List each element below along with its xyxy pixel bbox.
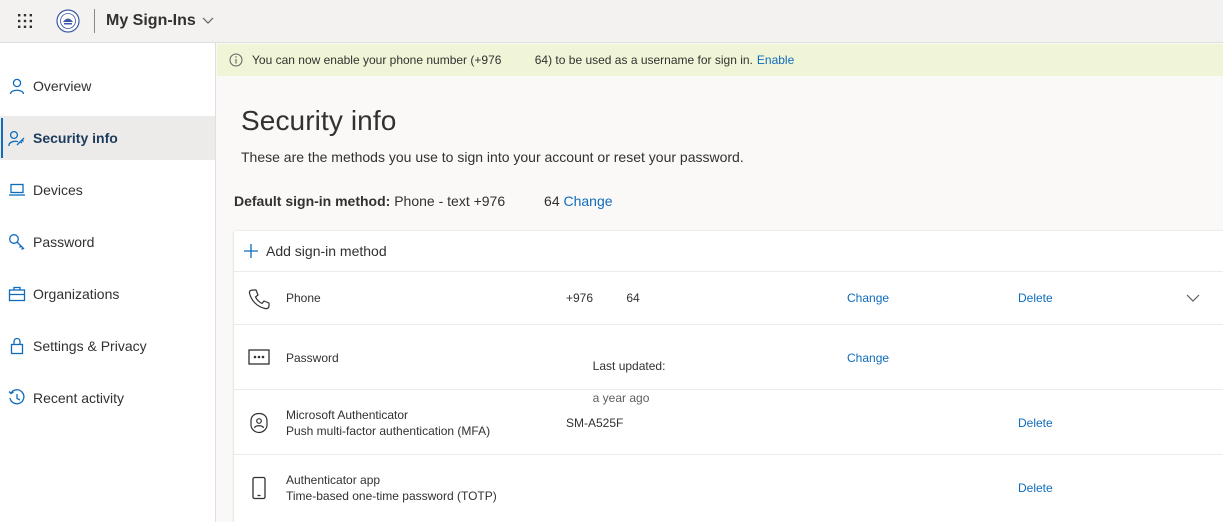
last-updated-label: Last updated: xyxy=(592,359,666,373)
add-sign-in-method-button[interactable]: Add sign-in method xyxy=(234,231,1223,272)
add-sign-in-method-label: Add sign-in method xyxy=(266,243,387,259)
person-icon xyxy=(8,77,26,95)
sidebar-item-organizations[interactable]: Organizations xyxy=(0,272,215,316)
mobile-icon xyxy=(248,476,270,500)
chevron-down-icon[interactable] xyxy=(1186,294,1200,302)
main-content: Security info These are the methods you … xyxy=(217,76,1223,522)
method-row-password: Password Last updated: a year ago Change xyxy=(234,325,1223,405)
method-delete-link[interactable]: Delete xyxy=(1018,291,1053,305)
plus-icon xyxy=(243,243,259,259)
method-row-microsoft-authenticator: Microsoft Authenticator Push multi-facto… xyxy=(234,390,1223,455)
info-icon xyxy=(229,53,243,67)
sidebar-item-label: Password xyxy=(33,234,95,250)
method-change-link[interactable]: Change xyxy=(847,291,889,305)
method-subtitle: Push multi-factor authentication (MFA) xyxy=(286,424,491,438)
page-title: Security info xyxy=(241,105,397,136)
app-launcher-button[interactable] xyxy=(0,0,50,43)
method-name: Phone xyxy=(286,291,321,305)
method-title: Microsoft Authenticator xyxy=(286,408,409,422)
method-title: Authenticator app xyxy=(286,473,381,487)
laptop-icon xyxy=(8,181,26,199)
waffle-icon[interactable] xyxy=(17,13,33,29)
default-method-label: Default sign-in method: xyxy=(234,193,391,209)
sidebar-item-settings-privacy[interactable]: Settings & Privacy xyxy=(0,324,215,368)
method-detail: +976 64 xyxy=(566,291,640,305)
method-name: Authenticator app Time-based one-time pa… xyxy=(286,472,497,504)
sidebar-nav: Overview Security info Devices Password … xyxy=(0,43,216,522)
history-icon xyxy=(8,389,26,407)
header-divider xyxy=(94,9,95,33)
briefcase-icon xyxy=(8,285,26,303)
method-delete-link[interactable]: Delete xyxy=(1018,416,1053,430)
method-row-authenticator-app: Authenticator app Time-based one-time pa… xyxy=(234,455,1223,521)
password-icon xyxy=(248,349,270,365)
method-detail: SM-A525F xyxy=(566,416,624,430)
banner-text: You can now enable your phone number (+9… xyxy=(252,53,753,67)
sidebar-item-label: Security info xyxy=(33,130,118,146)
sidebar-item-recent-activity[interactable]: Recent activity xyxy=(0,376,215,420)
sidebar-item-label: Settings & Privacy xyxy=(33,338,147,354)
sidebar-item-password[interactable]: Password xyxy=(0,220,215,264)
sidebar-item-devices[interactable]: Devices xyxy=(0,168,215,212)
default-sign-in-method: Default sign-in method: Phone - text +97… xyxy=(234,193,613,209)
method-name: Password xyxy=(286,351,339,365)
sidebar-item-label: Recent activity xyxy=(33,390,125,406)
method-subtitle: Time-based one-time password (TOTP) xyxy=(286,489,497,503)
top-bar: My Sign-Ins xyxy=(0,0,1223,43)
method-delete-link[interactable]: Delete xyxy=(1018,481,1053,495)
org-logo[interactable] xyxy=(56,9,80,33)
person-key-icon xyxy=(8,129,26,147)
method-name: Microsoft Authenticator Push multi-facto… xyxy=(286,407,490,439)
sidebar-item-label: Overview xyxy=(33,78,92,94)
key-icon xyxy=(8,233,26,251)
method-row-phone: Phone +976 64 Change Delete xyxy=(234,272,1223,325)
enable-link[interactable]: Enable xyxy=(757,53,794,67)
app-title: My Sign-Ins xyxy=(106,12,196,29)
sidebar-item-security-info[interactable]: Security info xyxy=(0,116,215,160)
phone-icon xyxy=(248,288,270,310)
lock-icon xyxy=(8,337,26,355)
default-method-change-link[interactable]: Change xyxy=(564,193,613,209)
notification-banner: You can now enable your phone number (+9… xyxy=(217,44,1223,76)
sidebar-item-overview[interactable]: Overview xyxy=(0,64,215,108)
chevron-down-icon xyxy=(202,17,214,24)
authenticator-icon xyxy=(248,412,270,434)
sidebar-item-label: Organizations xyxy=(33,286,120,302)
default-method-value: Phone - text +976 64 xyxy=(390,193,564,209)
page-description: These are the methods you use to sign in… xyxy=(241,149,744,165)
sidebar-item-label: Devices xyxy=(33,182,83,198)
method-change-link[interactable]: Change xyxy=(847,351,889,365)
app-title-menu[interactable]: My Sign-Ins xyxy=(106,12,214,30)
methods-card: Add sign-in method Phone +976 64 Change … xyxy=(234,231,1223,522)
